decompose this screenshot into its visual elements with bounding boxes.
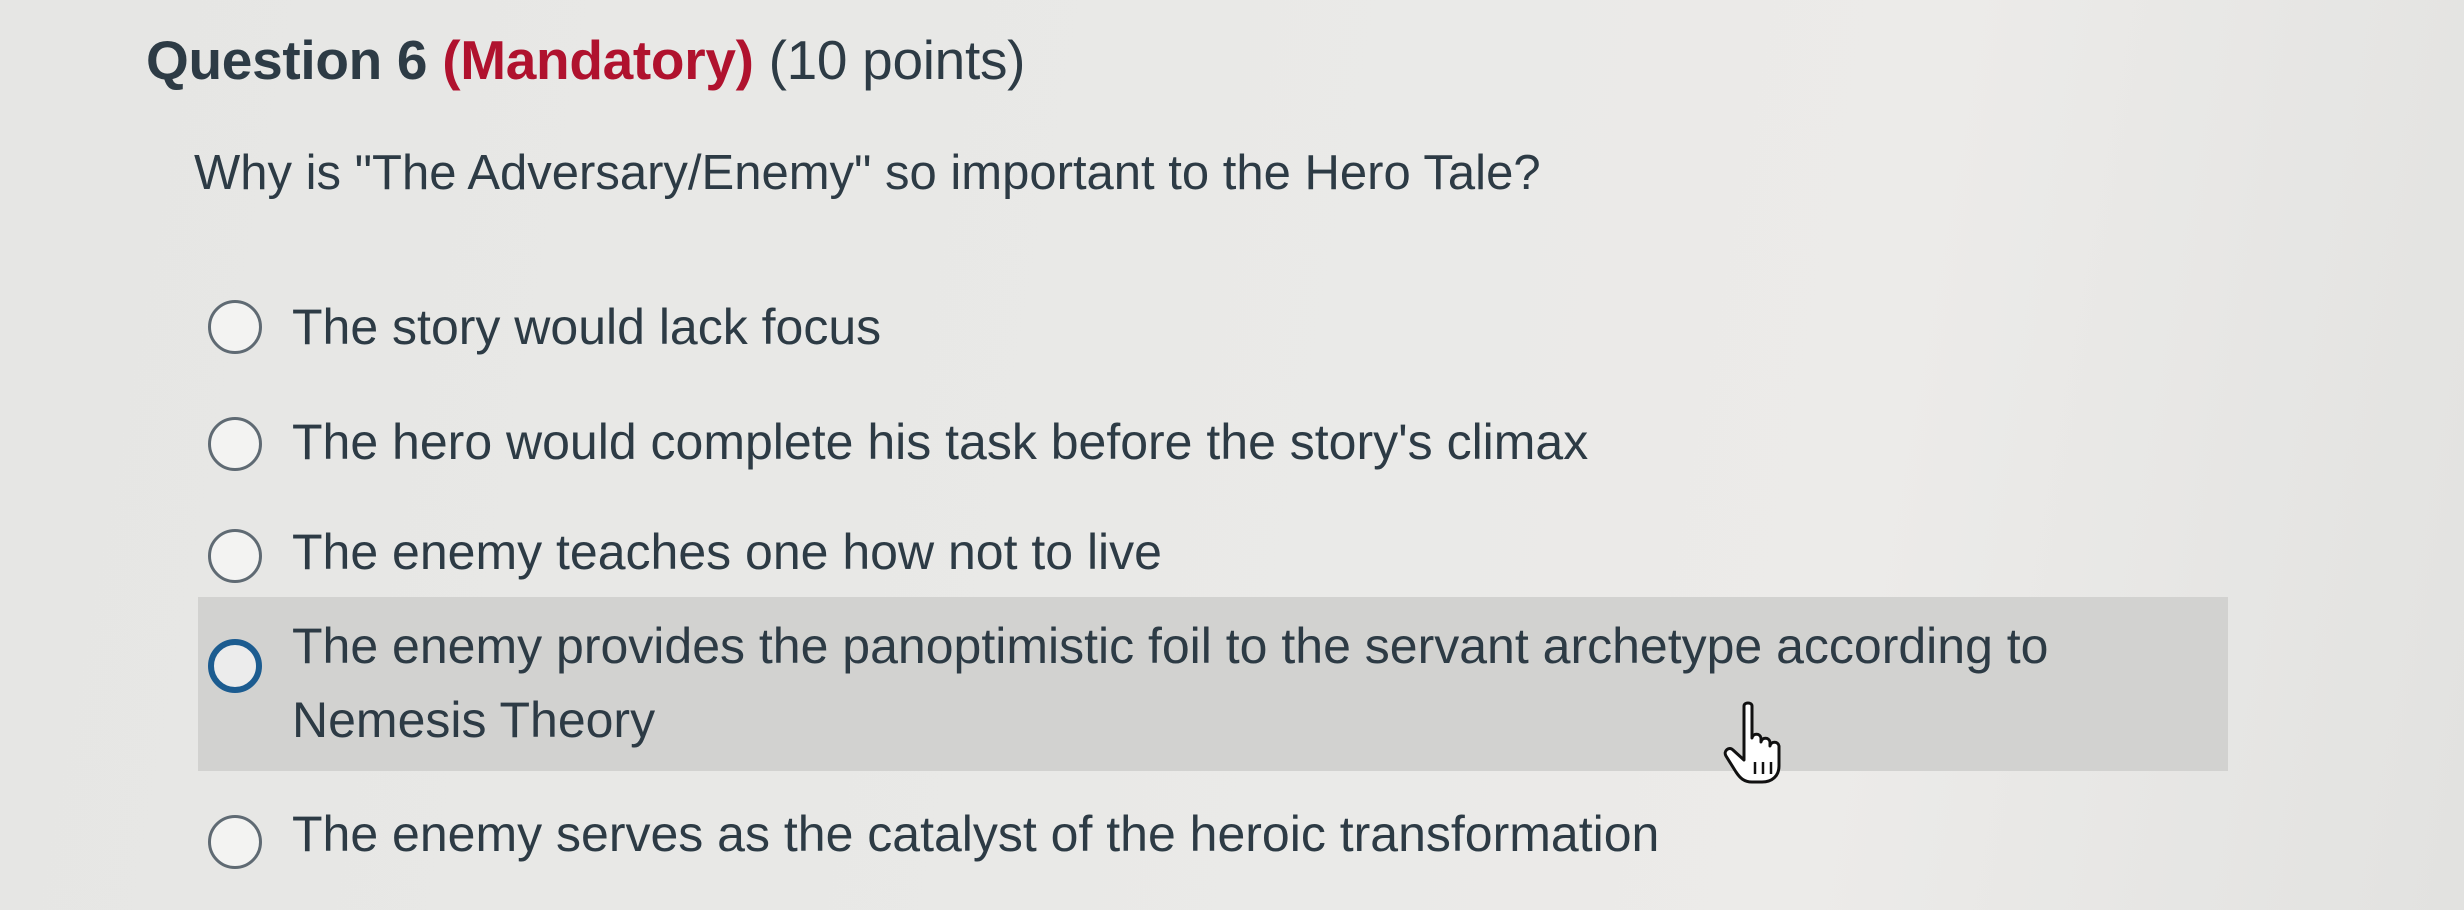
question-prompt: Why is "The Adversary/Enemy" so importan… <box>194 146 1541 200</box>
radio-button[interactable] <box>208 529 262 583</box>
answer-option[interactable]: The enemy serves as the catalyst of the … <box>198 797 2228 871</box>
answer-option-hovered[interactable]: The enemy provides the panoptimistic foi… <box>198 597 2228 771</box>
answer-label[interactable]: The enemy teaches one how not to live <box>292 515 1162 589</box>
radio-button[interactable] <box>208 300 262 354</box>
radio-button[interactable] <box>208 639 262 693</box>
answer-label[interactable]: The enemy serves as the catalyst of the … <box>292 797 1659 871</box>
answer-option[interactable]: The hero would complete his task before … <box>198 405 2228 479</box>
answer-label[interactable]: The story would lack focus <box>292 290 881 364</box>
question-number: Question 6 <box>146 29 428 91</box>
answer-label[interactable]: The hero would complete his task before … <box>292 405 1588 479</box>
radio-button[interactable] <box>208 815 262 869</box>
answer-option[interactable]: The enemy teaches one how not to live <box>198 515 2228 589</box>
question-container: Question 6 (Mandatory) (10 points) Why i… <box>0 0 2464 910</box>
answer-option[interactable]: The story would lack focus <box>198 290 2228 364</box>
hand-pointer-icon <box>1723 701 1781 784</box>
answer-label[interactable]: The enemy provides the panoptimistic foi… <box>292 609 2192 757</box>
radio-button[interactable] <box>208 417 262 471</box>
points-label: (10 points) <box>768 29 1026 91</box>
question-header: Question 6 (Mandatory) (10 points) <box>146 28 1025 92</box>
mandatory-label: (Mandatory) <box>442 29 754 91</box>
